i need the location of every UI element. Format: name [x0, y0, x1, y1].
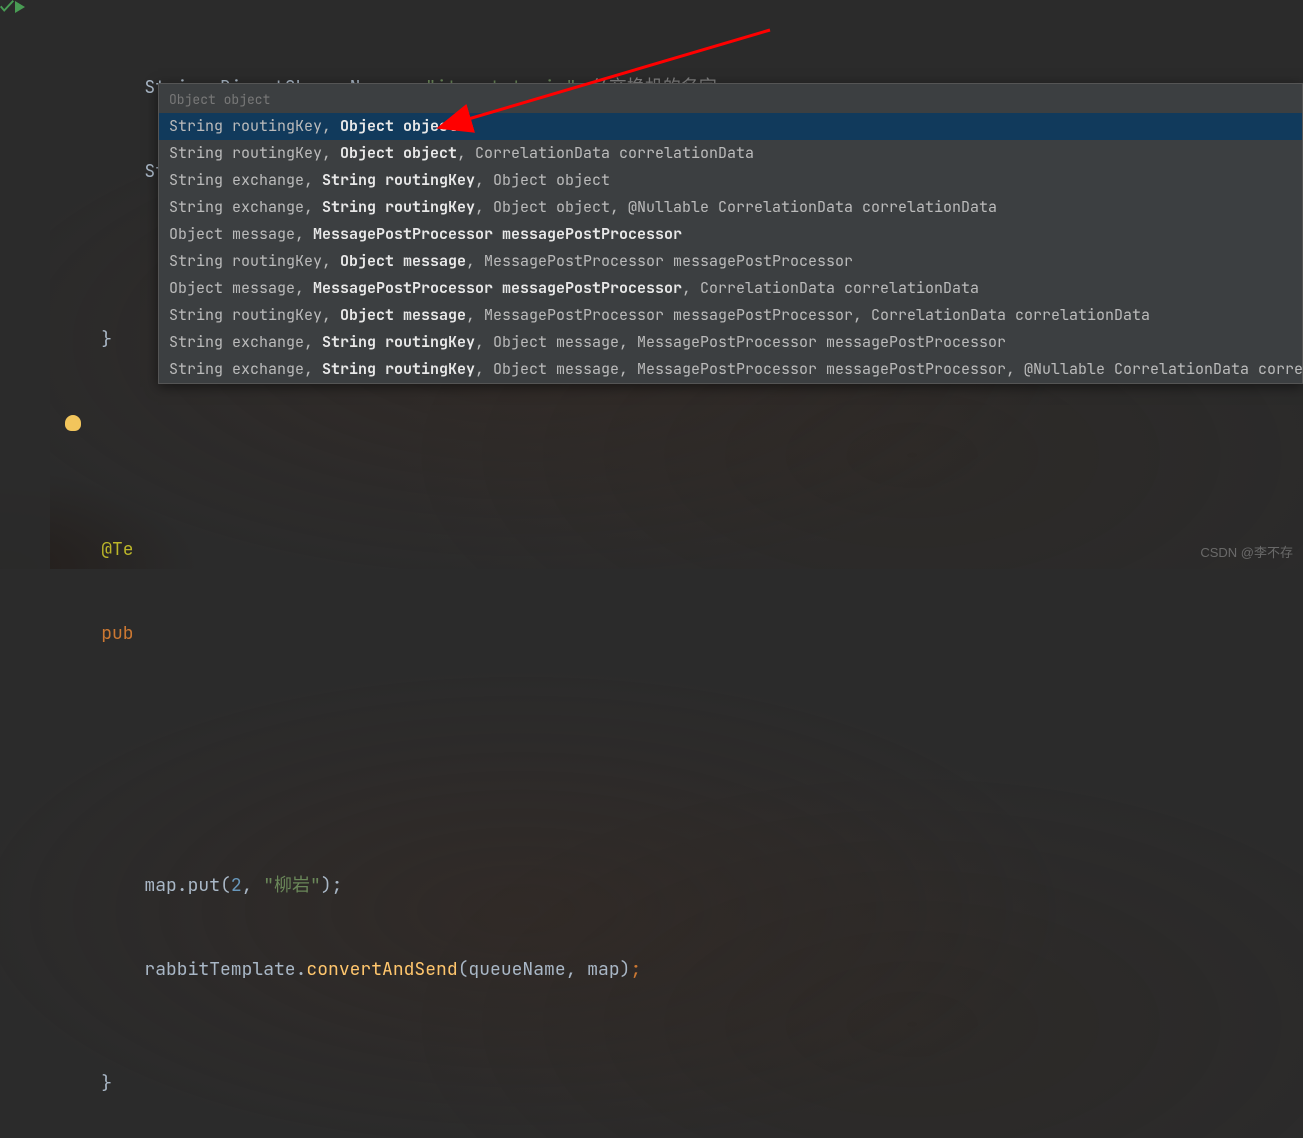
editor-gutter: [0, 0, 50, 569]
checkmark-icon: [0, 0, 14, 14]
code-line: rabbitTemplate.convertAndSend(queueName,…: [58, 956, 717, 984]
code-line: [58, 410, 717, 438]
suggestion-item[interactable]: String routingKey, Object message, Messa…: [159, 248, 1302, 275]
suggestion-item[interactable]: String routingKey, Object object: [159, 113, 1302, 140]
parameter-info-popup: Object object String routingKey, Object …: [158, 83, 1303, 384]
code-line: pub: [58, 620, 717, 648]
suggestion-item[interactable]: String exchange, String routingKey, Obje…: [159, 194, 1302, 221]
suggestion-item[interactable]: String exchange, String routingKey, Obje…: [159, 167, 1302, 194]
code-line: @Te: [58, 536, 717, 564]
suggestion-item[interactable]: Object message, MessagePostProcessor mes…: [159, 221, 1302, 248]
watermark-text: CSDN @李不存: [1200, 542, 1293, 561]
run-test-gutter-icon[interactable]: [0, 0, 50, 14]
popup-header: Object object: [159, 84, 1302, 113]
code-line: map.put(2, "柳岩");: [58, 872, 717, 900]
suggestion-item[interactable]: String exchange, String routingKey, Obje…: [159, 356, 1302, 383]
suggestion-item[interactable]: Object message, MessagePostProcessor mes…: [159, 275, 1302, 302]
play-icon: [15, 1, 25, 13]
code-line: }: [58, 1070, 717, 1098]
suggestion-item[interactable]: String routingKey, Object message, Messa…: [159, 302, 1302, 329]
suggestion-item[interactable]: String routingKey, Object object, Correl…: [159, 140, 1302, 167]
suggestion-item[interactable]: String exchange, String routingKey, Obje…: [159, 329, 1302, 356]
